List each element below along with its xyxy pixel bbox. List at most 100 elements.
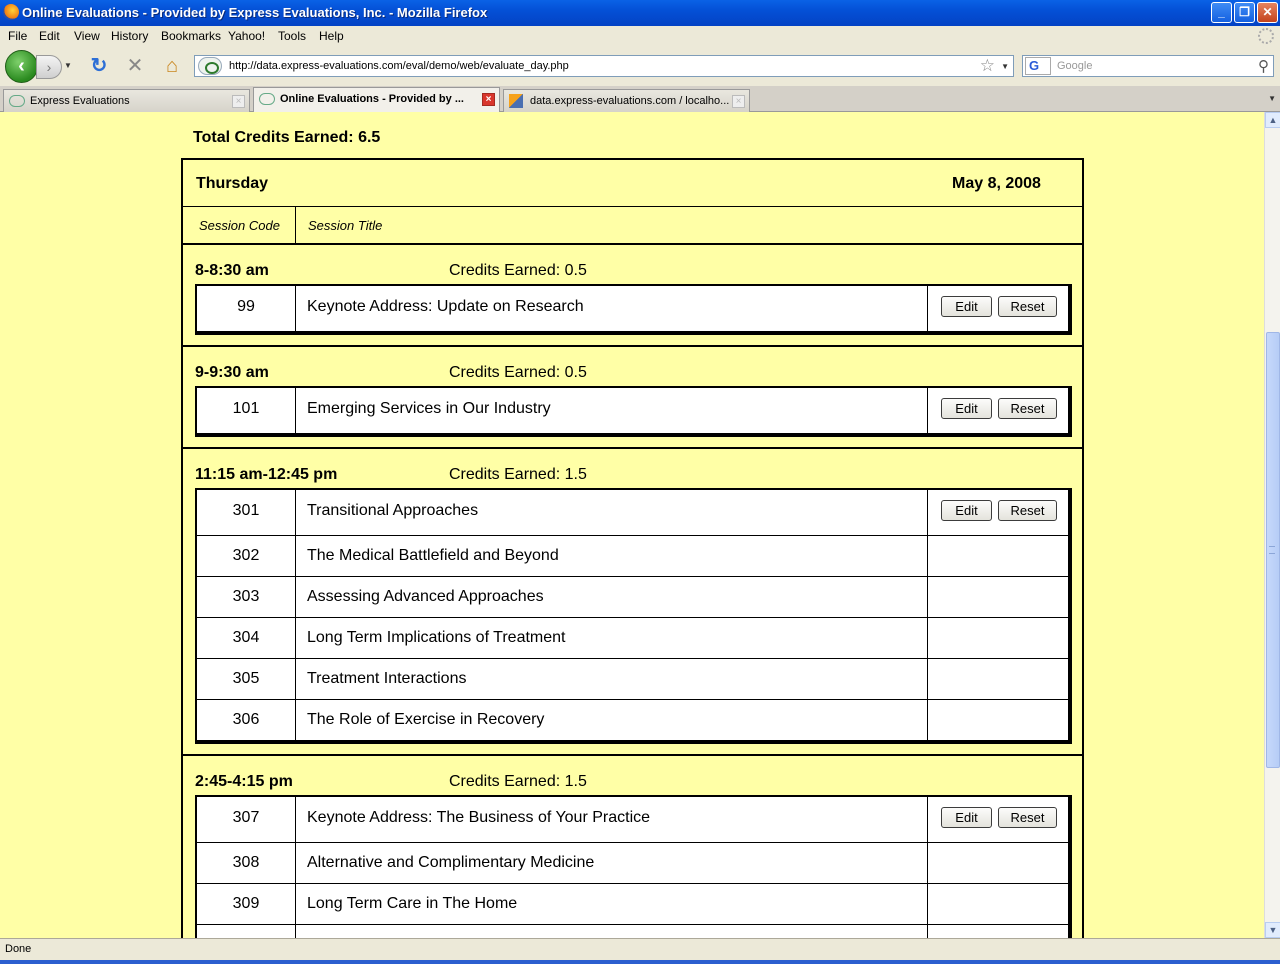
tab-label: Express Evaluations: [30, 95, 130, 107]
session-table: 101 Emerging Services in Our Industry Edit…: [195, 386, 1072, 437]
url-bar[interactable]: http://data.express-evaluations.com/eval…: [194, 55, 1014, 77]
session-code: 304: [197, 618, 296, 658]
column-session-title: Session Title: [308, 218, 383, 233]
session-actions: [929, 925, 1068, 938]
search-engine-icon[interactable]: G: [1025, 57, 1051, 75]
menu-tools[interactable]: Tools: [278, 29, 306, 43]
tab-label: Online Evaluations - Provided by ...: [280, 93, 464, 105]
tab-phpmyadmin[interactable]: data.express-evaluations.com / localho..…: [503, 89, 750, 112]
back-button[interactable]: ‹: [5, 50, 38, 83]
session-title: [297, 925, 928, 938]
menu-file[interactable]: File: [8, 29, 27, 43]
stop-icon[interactable]: ✕: [124, 55, 146, 77]
window-title: Online Evaluations - Provided by Express…: [22, 5, 488, 20]
window-titlebar: Online Evaluations - Provided by Express…: [0, 0, 1280, 26]
menu-edit[interactable]: Edit: [39, 29, 60, 43]
close-tab-icon[interactable]: ×: [732, 95, 745, 108]
slot-credits: Credits Earned: 1.5: [449, 466, 587, 483]
phpmyadmin-favicon-icon: [509, 94, 523, 108]
scroll-up-icon[interactable]: ▲: [1265, 112, 1280, 128]
session-actions: [929, 700, 1068, 740]
close-window-button[interactable]: ✕: [1257, 2, 1278, 23]
minimize-button[interactable]: _: [1211, 2, 1232, 23]
tab-online-evaluations[interactable]: Online Evaluations - Provided by ... ×: [253, 87, 500, 112]
window-bottom-border: [0, 960, 1280, 964]
menu-view[interactable]: View: [74, 29, 100, 43]
session-title: Long Term Implications of Treatment: [297, 618, 928, 658]
reload-icon[interactable]: ↻: [88, 55, 110, 77]
session-title: Keynote Address: The Business of Your Pr…: [297, 797, 928, 842]
navigation-toolbar: ‹ › ▼ ↻ ✕ ⌂ http://data.express-evaluati…: [0, 46, 1280, 86]
close-tab-icon[interactable]: ×: [482, 93, 495, 106]
time-slot: 2:45-4:15 pm Credits Earned: 1.5 307 Keynot…: [183, 758, 1082, 938]
table-row: 99 Keynote Address: Update on Research Edi…: [197, 286, 1068, 331]
day-date: May 8, 2008: [952, 175, 1041, 192]
session-title: The Role of Exercise in Recovery: [297, 700, 928, 740]
reset-button[interactable]: Reset: [998, 500, 1057, 521]
table-row: 303 Assessing Advanced Approaches: [197, 576, 1068, 617]
vertical-scrollbar[interactable]: ▲ ▼: [1264, 112, 1280, 938]
session-actions: [929, 536, 1068, 576]
tab-express-evaluations[interactable]: Express Evaluations ×: [3, 89, 250, 112]
url-text[interactable]: http://data.express-evaluations.com/eval…: [229, 60, 569, 72]
search-input[interactable]: Google: [1057, 60, 1092, 72]
menu-help[interactable]: Help: [319, 29, 344, 43]
url-dropdown-icon[interactable]: ▼: [1001, 62, 1009, 71]
reset-button[interactable]: Reset: [998, 807, 1057, 828]
menu-yahoo[interactable]: Yahoo!: [228, 29, 265, 43]
status-text: Done: [5, 943, 32, 955]
search-bar[interactable]: G Google ⚲: [1022, 55, 1274, 77]
day-header: Thursday May 8, 2008: [183, 160, 1082, 207]
menu-bookmarks[interactable]: Bookmarks: [161, 29, 221, 43]
session-title: Keynote Address: Update on Research: [297, 286, 928, 331]
restore-button[interactable]: ❐: [1234, 2, 1255, 23]
session-code: 101: [197, 388, 296, 433]
table-row: 301 Transitional Approaches Edit Reset: [197, 490, 1068, 535]
edit-button[interactable]: Edit: [941, 398, 992, 419]
home-icon[interactable]: ⌂: [160, 54, 184, 78]
menu-history[interactable]: History: [111, 29, 148, 43]
scroll-down-icon[interactable]: ▼: [1265, 922, 1280, 938]
column-session-code: Session Code: [183, 207, 296, 244]
session-actions: Edit Reset: [929, 388, 1068, 433]
table-row: 309 Long Term Care in The Home: [197, 883, 1068, 924]
table-row: 308 Alternative and Complimentary Medicin…: [197, 842, 1068, 883]
session-actions: Edit Reset: [929, 797, 1068, 842]
session-title: Alternative and Complimentary Medicine: [297, 843, 928, 883]
edit-button[interactable]: Edit: [941, 500, 992, 521]
scrollbar-grip: [1269, 546, 1275, 554]
site-identity-icon[interactable]: [198, 57, 222, 75]
close-tab-icon[interactable]: ×: [232, 95, 245, 108]
table-row: 101 Emerging Services in Our Industry Edit…: [197, 388, 1068, 433]
session-actions: [929, 577, 1068, 617]
table-row: 304 Long Term Implications of Treatment: [197, 617, 1068, 658]
reset-button[interactable]: Reset: [998, 398, 1057, 419]
slot-time: 9-9:30 am: [195, 364, 269, 381]
search-icon[interactable]: ⚲: [1258, 57, 1269, 75]
edit-button[interactable]: Edit: [941, 807, 992, 828]
session-code: 301: [197, 490, 296, 535]
status-bar: Done: [0, 938, 1280, 960]
session-actions: [929, 659, 1068, 699]
list-all-tabs-icon[interactable]: ▼: [1268, 94, 1276, 103]
eye-favicon-icon: [9, 95, 25, 107]
slot-credits: Credits Earned: 1.5: [449, 773, 587, 790]
forward-button[interactable]: ›: [36, 55, 62, 79]
table-row: 307 Keynote Address: The Business of Your…: [197, 797, 1068, 842]
bookmark-star-icon[interactable]: ☆: [980, 56, 995, 76]
session-code: 303: [197, 577, 296, 617]
page-content: Total Credits Earned: 6.5 Thursday May 8…: [0, 112, 1264, 938]
tab-strip: Express Evaluations × Online Evaluations…: [0, 86, 1280, 112]
session-actions: [929, 884, 1068, 924]
session-title: Long Term Care in The Home: [297, 884, 928, 924]
time-slot: 11:15 am-12:45 pm Credits Earned: 1.5 301 T…: [183, 451, 1082, 756]
edit-button[interactable]: Edit: [941, 296, 992, 317]
slot-time: 8-8:30 am: [195, 262, 269, 279]
table-row: [197, 924, 1068, 938]
slot-credits: Credits Earned: 0.5: [449, 262, 587, 279]
tab-label: data.express-evaluations.com / localho..…: [530, 95, 730, 107]
time-slot: 8-8:30 am Credits Earned: 0.5 99 Keynote Ad…: [183, 247, 1082, 347]
history-dropdown-icon[interactable]: ▼: [64, 61, 76, 73]
reset-button[interactable]: Reset: [998, 296, 1057, 317]
day-schedule: Thursday May 8, 2008 Session Code Sessio…: [181, 158, 1084, 938]
